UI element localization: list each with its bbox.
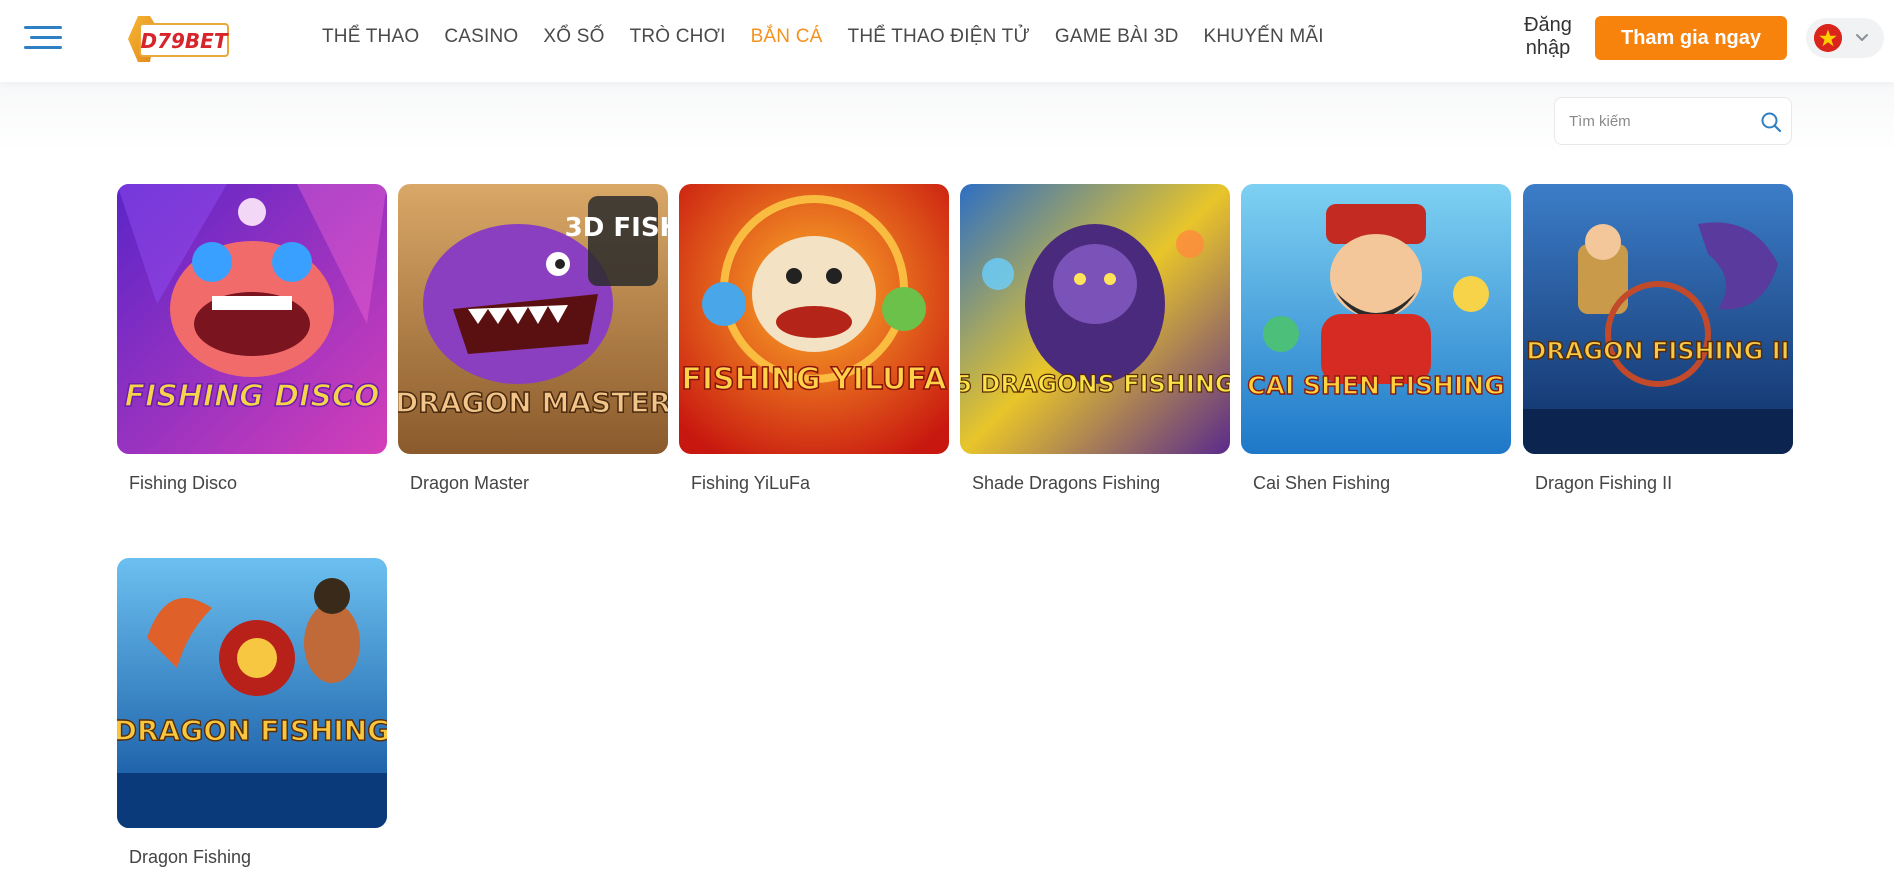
game-title: Dragon Fishing II (1535, 473, 1673, 493)
game-card-dragon-master[interactable]: 3D FISH DRAGON MASTER Dragon Master (398, 184, 668, 494)
game-thumbnail: DRAGON FISHING II (1523, 184, 1793, 454)
game-art-text: 5 DRAGONS FISHING (960, 370, 1230, 398)
top-header: D79BET THỂ THAO CASINO XỔ SỐ TRÒ CHƠI BẮ… (0, 0, 1894, 82)
game-art-text: DRAGON FISHING II (1526, 337, 1789, 365)
game-card-shade-dragons-fishing[interactable]: 5 DRAGONS FISHING Shade Dragons Fishing (960, 184, 1230, 494)
game-title: Dragon Master (410, 473, 530, 493)
nav-item-esports[interactable]: THỂ THAO ĐIỆN TỬ (848, 26, 1030, 48)
game-thumbnail: CAI SHEN FISHING (1241, 184, 1511, 454)
join-now-button[interactable]: Tham gia ngay (1595, 16, 1787, 60)
game-art-text: DRAGON MASTER (398, 386, 668, 419)
game-art-text: DRAGON FISHING (117, 714, 387, 747)
game-badge-text: 3D FISH (565, 213, 668, 243)
logo-text: D79BET (141, 29, 229, 53)
game-art-text: FISHING DISCO (125, 379, 380, 414)
main-nav: THỂ THAO CASINO XỔ SỐ TRÒ CHƠI BẮN CÁ TH… (322, 26, 1324, 48)
game-card-cai-shen-fishing[interactable]: CAI SHEN FISHING Cai Shen Fishing (1241, 184, 1511, 494)
logo-icon: D79BET (128, 16, 229, 62)
search-icon[interactable] (1759, 110, 1783, 134)
site-logo[interactable]: D79BET (126, 14, 232, 64)
language-selector[interactable] (1806, 18, 1884, 58)
game-thumbnail: 5 DRAGONS FISHING (960, 184, 1230, 454)
nav-item-promotions[interactable]: KHUYẾN MÃI (1204, 26, 1324, 48)
game-card-dragon-fishing[interactable]: DRAGON FISHING Dragon Fishing (117, 558, 387, 868)
nav-item-casino[interactable]: CASINO (444, 26, 518, 48)
game-card-fishing-yilufa[interactable]: FISHING YILUFA Fishing YiLuFa (679, 184, 949, 494)
game-art-text: CAI SHEN FISHING (1247, 371, 1504, 400)
nav-item-games[interactable]: TRÒ CHƠI (630, 26, 726, 48)
game-art-text: FISHING YILUFA (681, 362, 947, 397)
game-title: Cai Shen Fishing (1253, 473, 1391, 493)
search-box (1554, 97, 1792, 145)
nav-item-fishing[interactable]: BẮN CÁ (751, 26, 823, 48)
menu-icon[interactable] (24, 24, 62, 52)
game-card-dragon-fishing-2[interactable]: DRAGON FISHING II Dragon Fishing II (1523, 184, 1793, 494)
game-title: Shade Dragons Fishing (972, 473, 1161, 493)
nav-item-lottery[interactable]: XỔ SỐ (543, 26, 604, 48)
game-title: Fishing YiLuFa (691, 473, 811, 493)
game-title: Fishing Disco (129, 473, 238, 493)
vietnam-flag-icon (1814, 24, 1842, 52)
nav-item-3d-card-games[interactable]: GAME BÀI 3D (1055, 26, 1179, 48)
game-thumbnail: DRAGON FISHING (117, 558, 387, 828)
login-link[interactable]: Đăng nhập (1518, 14, 1578, 60)
game-card-fishing-disco[interactable]: FISHING DISCO Fishing Disco (117, 184, 387, 494)
game-thumbnail: FISHING DISCO (117, 184, 387, 454)
game-title: Dragon Fishing (129, 847, 252, 867)
chevron-down-icon (1854, 30, 1870, 46)
game-thumbnail: 3D FISH DRAGON MASTER (398, 184, 668, 454)
nav-item-sports[interactable]: THỂ THAO (322, 26, 419, 48)
game-thumbnail: FISHING YILUFA (679, 184, 949, 454)
search-input[interactable] (1569, 108, 1749, 134)
